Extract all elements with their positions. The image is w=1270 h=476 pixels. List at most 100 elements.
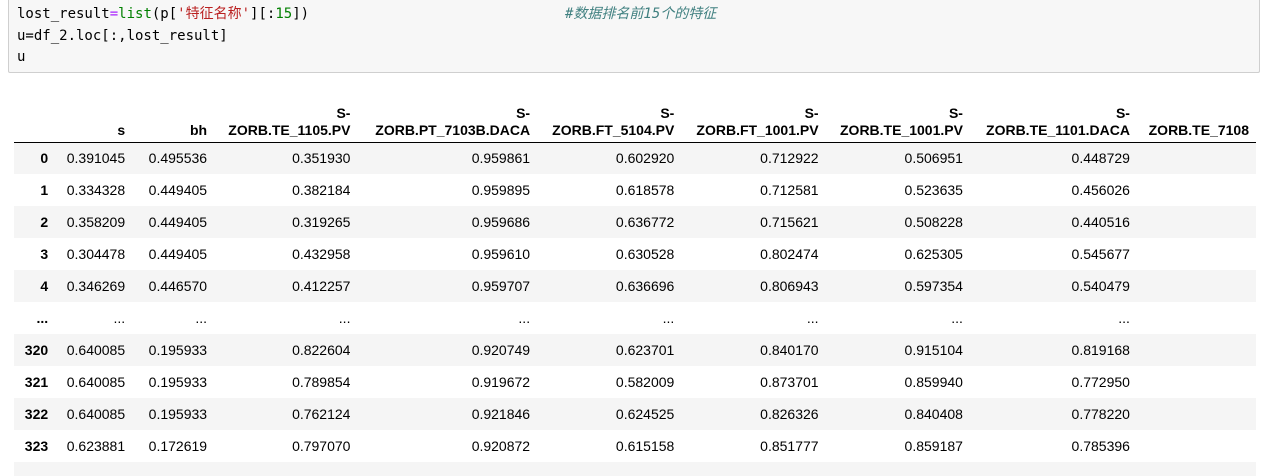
table-cell	[1137, 206, 1256, 238]
table-cell: 0.789854	[292, 374, 351, 390]
table-cell: 0.412257	[292, 278, 351, 294]
table-cell: 0.772950	[1071, 374, 1130, 390]
column-header-name: ZORB.TE_1001.PV	[840, 121, 963, 138]
code-number: 15	[275, 6, 293, 22]
column-header-name: ZORB.PT_7103B.DACA	[375, 121, 531, 138]
row-index: 321	[24, 374, 49, 390]
table-cell: 0.624525	[615, 406, 675, 422]
table-cell	[1137, 238, 1256, 270]
table-cell: 0.762124	[292, 406, 351, 422]
row-index: 0	[40, 150, 49, 167]
table-cell	[1137, 334, 1256, 366]
table-cell: 0.630528	[615, 246, 675, 262]
code-cell[interactable]: lost_result=list(p['特征名称'][:15]) #数据排名前1…	[8, 0, 1260, 73]
table-cell: 0.873701	[760, 374, 819, 390]
table-cell: 0.432958	[292, 246, 351, 262]
table-cell: 0.806943	[760, 278, 819, 294]
column-header: s	[55, 96, 133, 143]
table-cell: 0.319265	[292, 214, 351, 230]
column-header-name: ZORB.TE_7108	[1148, 121, 1249, 138]
row-index: 320	[24, 342, 49, 358]
table-cell: 0.540479	[1071, 278, 1130, 294]
table-cell: 0.508228	[904, 214, 963, 230]
row-index: 2	[40, 214, 49, 230]
table-cell: 0.449405	[148, 182, 208, 198]
table-cell: ...	[806, 310, 819, 326]
code-text: ][:	[250, 6, 276, 22]
table-cell: 0.959861	[471, 150, 531, 167]
table-cell: 0.959686	[471, 214, 531, 230]
table-cell: 0.640085	[66, 406, 126, 422]
table-cell: 0.545677	[1071, 246, 1130, 262]
column-header-prefix: S-	[948, 104, 963, 121]
table-row: 322 0.640085 0.195933 0.762124 0.921846 0.624…	[14, 398, 1256, 430]
table-cell: 0.351930	[292, 150, 351, 167]
row-index: 3	[40, 246, 49, 262]
code-text: ])	[292, 6, 310, 22]
code-builtin: list	[118, 6, 152, 22]
column-header-name: ZORB.FT_5104.PV	[552, 121, 675, 138]
table-cell: 0.358209	[66, 214, 126, 230]
table-cell: 0.840170	[760, 342, 819, 358]
code-line-3: u	[17, 49, 26, 65]
table-cell: 0.602920	[615, 150, 675, 167]
table-cell: 0.959707	[471, 278, 531, 294]
table-cell: 0.449405	[148, 246, 208, 262]
table-cell: 0.919672	[471, 374, 531, 390]
table-cell: 0.448729	[1071, 150, 1130, 167]
table-cell: 0.582009	[615, 374, 675, 390]
table-cell: 0.523635	[904, 182, 963, 198]
table-cell	[826, 462, 970, 476]
table-cell: ...	[338, 310, 351, 326]
table-row: 323 0.623881 0.172619 0.797070 0.920872 0.615…	[14, 430, 1256, 462]
table-cell: 0.915104	[904, 342, 963, 358]
table-cell: ...	[951, 310, 963, 326]
table-cell	[214, 462, 357, 476]
table-cell: 0.802474	[760, 246, 819, 262]
code-line-1: lost_result=list(p['特征名称'][:15])	[17, 4, 309, 25]
column-header-name: ZORB.TE_1101.DACA	[986, 121, 1130, 138]
table-cell	[681, 462, 825, 476]
table-cell: 0.195933	[148, 406, 208, 422]
table-cell	[1137, 302, 1256, 334]
table-cell: 0.715621	[760, 214, 819, 230]
table-cell: 0.640085	[66, 374, 126, 390]
column-header-prefix: S-	[1115, 104, 1130, 121]
table-row: 0 0.391045 0.495536 0.351930 0.959861 0.60292…	[14, 142, 1256, 174]
column-header-prefix: S-	[336, 104, 351, 121]
code-string: '特征名称'	[177, 6, 251, 22]
row-index: 323	[24, 438, 49, 454]
table-cell: 0.819168	[1071, 342, 1130, 358]
column-header: ZORB.TE_7108	[1136, 96, 1256, 143]
table-cell: 0.785396	[1071, 438, 1130, 454]
table-cell	[537, 462, 681, 476]
table-cell: 0.623881	[66, 438, 126, 454]
table-cell: 0.921846	[471, 406, 531, 422]
table-cell: 0.172619	[148, 438, 208, 454]
code-line-2: u=df_2.loc[:,lost_result]	[17, 28, 228, 44]
table-cell: 0.959610	[471, 246, 531, 262]
table-cell: 0.636772	[615, 214, 675, 230]
table-cell: 0.959895	[471, 182, 531, 198]
table-cell: ...	[195, 310, 208, 326]
table-cell: 0.597354	[904, 278, 963, 294]
column-header-prefix: S-	[516, 104, 531, 121]
table-cell: 0.797070	[292, 438, 351, 454]
table-cell: 0.778220	[1071, 406, 1130, 422]
row-index: ...	[36, 310, 49, 326]
table-cell: 0.495536	[148, 150, 208, 167]
column-header-prefix: S-	[804, 104, 819, 121]
dataframe-table: s bh S- ZORB.TE_1105.PV S- ZORB.PT_7103B.DACA…	[14, 96, 1256, 476]
table-cell: 0.625305	[904, 246, 963, 262]
code-variable: lost_result	[17, 6, 110, 22]
table-cell: 0.456026	[1071, 182, 1130, 198]
table-cell	[970, 462, 1137, 476]
table-cell	[132, 462, 214, 476]
table-cell: 0.440516	[1071, 214, 1130, 230]
table-cell: 0.851777	[760, 438, 819, 454]
table-cell	[1137, 174, 1256, 206]
table-cell: 0.615158	[615, 438, 675, 454]
table-row: 1 0.334328 0.449405 0.382184 0.959895 0.61857…	[14, 174, 1256, 206]
row-index: 322	[24, 406, 49, 422]
table-cell: 0.712922	[760, 150, 819, 167]
